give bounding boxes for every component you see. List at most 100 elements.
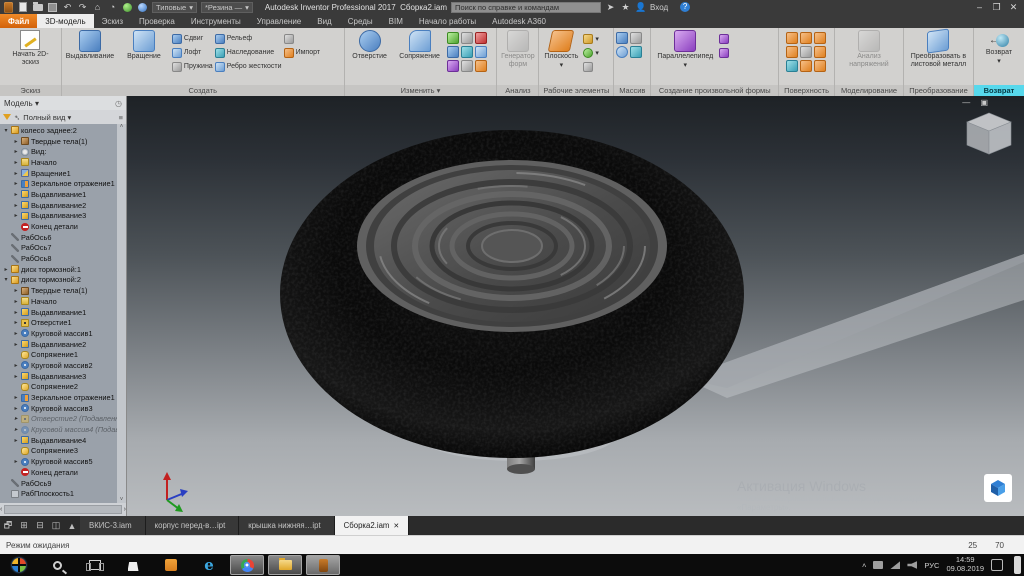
tree-expand-icon[interactable]: ▸	[13, 159, 19, 166]
scrollbar-thumb[interactable]	[4, 505, 121, 514]
clock[interactable]: 14:59 09.08.2019	[946, 556, 984, 573]
ribbon-tab[interactable]: Управление	[249, 14, 309, 28]
sculpt-icon[interactable]	[800, 46, 812, 58]
tree-item[interactable]: ▸ Круговой массив3	[0, 403, 126, 414]
taskbar-search-button[interactable]	[38, 554, 76, 576]
mirror-icon[interactable]	[630, 32, 642, 44]
stitch-icon[interactable]	[786, 32, 798, 44]
save-icon[interactable]	[47, 2, 58, 12]
tree-item[interactable]: ▸ Твердые тела(1)	[0, 285, 126, 296]
revolve-button[interactable]: Вращение	[118, 30, 170, 61]
freeform-plane-button[interactable]	[719, 32, 729, 45]
tree-expand-icon[interactable]: ▸	[13, 138, 19, 145]
tree-expand-icon[interactable]: ▸	[13, 394, 19, 401]
ribbon-tab[interactable]: Среды	[340, 14, 381, 28]
store-icon[interactable]	[114, 554, 152, 576]
tree-item[interactable]: ▸ Зеркальное отражение1	[0, 178, 126, 189]
group-label-simulation[interactable]: Моделирование	[835, 85, 903, 96]
mail-icon[interactable]	[152, 554, 190, 576]
tree-expand-icon[interactable]: ▾	[3, 276, 9, 283]
ribbon-tab[interactable]: Проверка	[131, 14, 183, 28]
tree-item[interactable]: ▸ Зеркальное отражение1	[0, 392, 126, 403]
tab-list-icon[interactable]: ▲	[64, 516, 80, 535]
document-tab[interactable]: ВКИС-3.iam	[80, 516, 146, 535]
start-2d-sketch-button[interactable]: Начать 2D-эскиз	[4, 30, 56, 66]
tree-item[interactable]: Конец детали	[0, 221, 126, 232]
tree-item[interactable]: РабПлоскость1	[0, 488, 126, 499]
freeform-box-button[interactable]: Параллелепипед ▾	[653, 30, 717, 69]
tree-item[interactable]: ▸ Начало	[0, 157, 126, 168]
sketch-pattern-icon[interactable]	[630, 46, 642, 58]
redo-icon[interactable]: ↷	[77, 2, 88, 12]
tree-item[interactable]: ▸ Вид:	[0, 146, 126, 157]
tree-item[interactable]: РабОсь9	[0, 478, 126, 489]
tree-item[interactable]: ▸ Круговой массив5	[0, 456, 126, 467]
group-label-surface[interactable]: Поверхность	[779, 85, 834, 96]
minimize-button[interactable]: –	[973, 2, 986, 12]
tree-item[interactable]: ▸ Вращение1	[0, 168, 126, 179]
material-style-dropdown[interactable]: Типовые ▾	[152, 2, 197, 13]
document-tab[interactable]: Сборка2.iam ✕	[335, 516, 410, 535]
list-options-icon[interactable]: ≡	[119, 113, 123, 122]
new-document-icon[interactable]	[17, 2, 28, 12]
decal-button[interactable]	[284, 32, 320, 45]
tree-item[interactable]: ▸ Круговой массив1	[0, 328, 126, 339]
import-button[interactable]: Импорт	[284, 46, 320, 59]
a360-icon[interactable]	[984, 474, 1012, 502]
tree-expand-icon[interactable]: ▸	[13, 373, 19, 380]
inventor-taskbar-icon[interactable]	[306, 555, 340, 575]
brake-disc[interactable]	[357, 160, 667, 332]
browser-title[interactable]: Модель ▾	[4, 99, 39, 108]
tree-item[interactable]: ▸ Твердые тела(1)	[0, 136, 126, 147]
tree-item[interactable]: ▸ Выдавливание1	[0, 189, 126, 200]
tree-expand-icon[interactable]: ▸	[13, 330, 19, 337]
view-cube[interactable]	[967, 113, 1011, 154]
user-icon[interactable]: 👤	[635, 2, 646, 12]
tree-item[interactable]: Сопряжение3	[0, 446, 126, 457]
close-tab-icon[interactable]: ✕	[393, 522, 399, 530]
group-label-work-features[interactable]: Рабочие элементы	[539, 85, 613, 96]
replace-face-icon[interactable]	[814, 46, 826, 58]
ucs-button[interactable]	[583, 60, 599, 73]
group-label-return[interactable]: Возврат	[974, 85, 1024, 96]
tree-expand-icon[interactable]: ▸	[13, 180, 19, 187]
ribbon-tab[interactable]: Инструменты	[183, 14, 249, 28]
tree-item[interactable]: ▸ Выдавливание3	[0, 211, 126, 222]
extend-icon[interactable]	[786, 46, 798, 58]
group-label-modify[interactable]: Изменить ▾	[345, 85, 497, 96]
tree-item[interactable]: ▸ Выдавливание2	[0, 200, 126, 211]
tree-expand-icon[interactable]: ▸	[13, 437, 19, 444]
viewport-3d[interactable]: — ▣	[127, 96, 1024, 516]
scroll-left-icon[interactable]: ‹	[0, 506, 2, 513]
ruled-surface-icon[interactable]	[786, 60, 798, 72]
inventor-logo-icon[interactable]	[4, 2, 13, 13]
tree-expand-icon[interactable]: ▸	[13, 298, 19, 305]
tree-expand-icon[interactable]: ▸	[13, 287, 19, 294]
ribbon-tab[interactable]: Эскиз	[94, 14, 131, 28]
tree-expand-icon[interactable]: ▸	[13, 319, 19, 326]
tree-expand-icon[interactable]: ▸	[13, 170, 19, 177]
extrude-button[interactable]: Выдавливание	[64, 30, 116, 61]
derive-button[interactable]: Наследование	[215, 46, 282, 59]
favorites-star-icon[interactable]: ★	[620, 2, 631, 12]
tree-expand-icon[interactable]: ▸	[13, 458, 19, 465]
pin-icon[interactable]: ➴	[14, 113, 20, 122]
open-folder-icon[interactable]	[32, 2, 43, 12]
browser-help-icon[interactable]: ◷	[115, 99, 122, 108]
search-input[interactable]: Поиск по справке и командам	[451, 2, 601, 13]
ribbon-tab[interactable]: 3D-модель	[37, 14, 93, 28]
tree-item[interactable]: ▸ Выдавливание3	[0, 371, 126, 382]
tray-folder-icon[interactable]	[873, 561, 883, 569]
split-horizontal-icon[interactable]: ⊟	[32, 516, 48, 535]
tree-expand-icon[interactable]: ▸	[3, 266, 9, 273]
scroll-down-icon[interactable]: ˅	[120, 497, 124, 503]
tray-expand-icon[interactable]: ˄	[862, 561, 866, 570]
restore-button[interactable]: ❐	[990, 2, 1003, 13]
shell-icon[interactable]	[447, 32, 459, 44]
tree-item[interactable]: ▸ Круговой массив2	[0, 360, 126, 371]
tree-expand-icon[interactable]: ▸	[13, 341, 19, 348]
work-axis-button[interactable]: ▾	[583, 32, 599, 45]
tree-expand-icon[interactable]: ▸	[13, 309, 19, 316]
sign-in-link[interactable]: Вход	[650, 3, 668, 12]
filter-icon[interactable]	[3, 114, 11, 120]
